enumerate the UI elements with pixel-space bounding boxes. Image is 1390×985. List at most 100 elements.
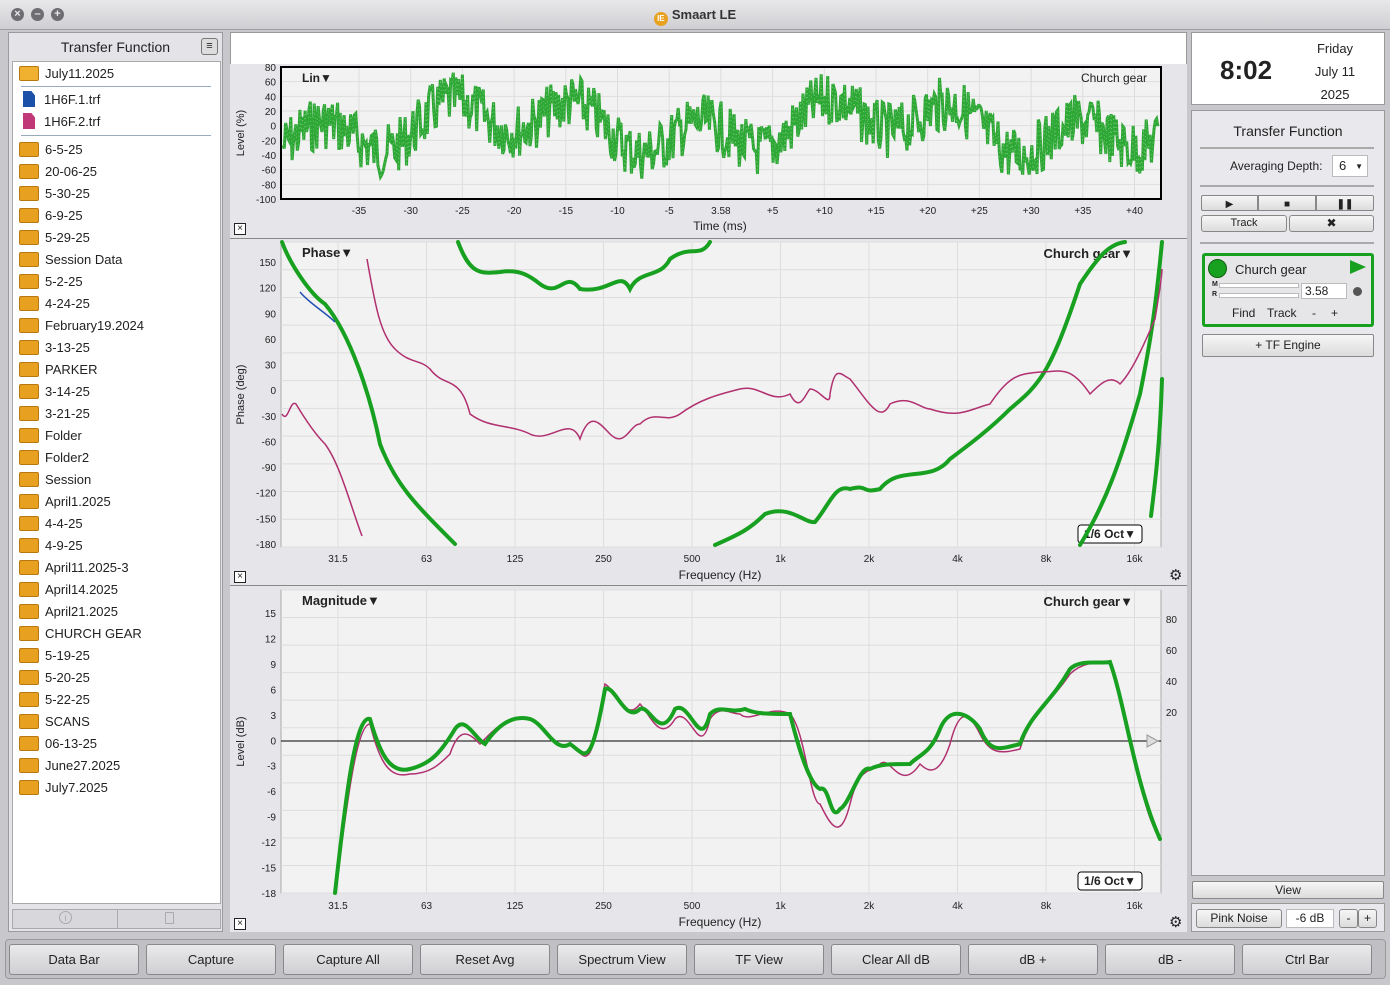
folder-icon <box>19 252 39 267</box>
folder-item[interactable]: 6-5-25 <box>19 139 83 161</box>
plots-svg: 806040200-20-40-60-80-100-35 -30 -25 -20 -15… <box>230 64 1187 932</box>
folder-item[interactable]: 3-14-25 <box>19 381 90 403</box>
play-button[interactable]: ▶ <box>1201 195 1258 211</box>
bottom-button-bar: Data Bar Capture Capture All Reset Avg Spect… <box>5 939 1386 979</box>
folder-name: 5-30-25 <box>45 186 90 201</box>
stop-button[interactable]: ■ <box>1258 195 1316 211</box>
folder-item[interactable]: 5-30-25 <box>19 183 90 205</box>
folder-item[interactable]: Session <box>19 469 91 491</box>
folder-item[interactable]: CHURCH GEAR <box>19 623 142 645</box>
session-folder[interactable]: July11.2025 <box>19 63 114 85</box>
data-bar-button[interactable]: Data Bar <box>9 944 139 975</box>
folder-item[interactable]: April14.2025 <box>19 579 118 601</box>
view-button[interactable]: View <box>1192 881 1384 899</box>
generator-level-field[interactable]: -6 dB <box>1286 909 1334 928</box>
folder-name: July7.2025 <box>45 780 108 795</box>
play-icon: ▶ <box>1225 199 1234 210</box>
spectrum-view-button[interactable]: Spectrum View <box>557 944 687 975</box>
phase-ytick: -60 <box>262 437 277 448</box>
ir-xtick: -15 <box>559 206 574 217</box>
phase-settings-gear-icon[interactable]: ⚙ <box>1169 568 1182 584</box>
tf-view-button[interactable]: TF View <box>694 944 824 975</box>
folder-item[interactable]: April21.2025 <box>19 601 118 623</box>
folder-item[interactable]: Folder <box>19 425 82 447</box>
folder-item[interactable]: 5-20-25 <box>19 667 90 689</box>
tools-button[interactable]: ✖ <box>1289 215 1374 232</box>
folder-item[interactable]: 3-21-25 <box>19 403 90 425</box>
clear-all-db-button[interactable]: Clear All dB <box>831 944 961 975</box>
magnitude-xtick: 8k <box>1041 901 1053 912</box>
folder-item[interactable]: PARKER <box>19 359 98 381</box>
measurement-track-button[interactable]: Track <box>1267 306 1297 320</box>
folder-item[interactable]: 5-2-25 <box>19 271 83 293</box>
averaging-depth-select[interactable]: 6 ▼ <box>1332 155 1368 177</box>
level-minus-button[interactable]: - <box>1339 909 1358 928</box>
delay-minus-button[interactable]: - <box>1312 306 1316 320</box>
close-phase-plot-button[interactable]: × <box>234 571 246 583</box>
folder-item[interactable]: February19.2024 <box>19 315 144 337</box>
folder-item[interactable]: 06-13-25 <box>19 733 97 755</box>
tf-panel-title: Transfer Function <box>1233 123 1343 139</box>
stop-icon: ■ <box>1283 199 1291 210</box>
close-magnitude-plot-button[interactable]: × <box>234 918 246 930</box>
magnitude-ytick: -12 <box>262 838 277 849</box>
measurement-play-icon[interactable] <box>1350 260 1366 274</box>
folder-item[interactable]: 5-29-25 <box>19 227 90 249</box>
phase-xtick: 125 <box>507 554 524 565</box>
folder-item[interactable]: 5-19-25 <box>19 645 90 667</box>
folder-name: April1.2025 <box>45 494 111 509</box>
folder-icon <box>19 318 39 333</box>
file-list[interactable]: July11.2025 1H6F.1.trf 1H6F.2.trf 6-5-25 20-… <box>12 61 221 904</box>
trash-icon[interactable] <box>165 912 174 924</box>
menu-icon[interactable]: ≡ <box>201 38 218 55</box>
folder-item[interactable]: Session Data <box>19 249 122 271</box>
find-button[interactable]: Find <box>1232 306 1255 320</box>
ir-xtick: -5 <box>665 206 674 217</box>
phase-ytick: 0 <box>270 386 276 397</box>
track-button[interactable]: Track <box>1201 215 1287 232</box>
delay-field[interactable]: 3.58 <box>1301 283 1347 299</box>
pink-noise-button[interactable]: Pink Noise <box>1196 909 1282 928</box>
meter-m-label: M <box>1212 281 1218 288</box>
capture-button[interactable]: Capture <box>146 944 276 975</box>
reset-avg-button[interactable]: Reset Avg <box>420 944 550 975</box>
folder-item[interactable]: 4-9-25 <box>19 535 83 557</box>
ir-ytick: 80 <box>265 64 277 74</box>
phase-xtick: 16k <box>1126 554 1143 565</box>
folder-icon <box>19 604 39 619</box>
folder-icon <box>19 670 39 685</box>
magnitude-xtick: 1k <box>775 901 787 912</box>
file-item[interactable]: 1H6F.1.trf <box>19 89 100 111</box>
folder-name: CHURCH GEAR <box>45 626 142 641</box>
phase-ytick: -90 <box>262 463 277 474</box>
magnitude-settings-gear-icon[interactable]: ⚙ <box>1169 915 1182 931</box>
close-ir-plot-button[interactable]: × <box>234 223 246 235</box>
ctrl-bar-button[interactable]: Ctrl Bar <box>1242 944 1372 975</box>
file-item[interactable]: 1H6F.2.trf <box>19 111 100 133</box>
folder-item[interactable]: April1.2025 <box>19 491 111 513</box>
capture-all-button[interactable]: Capture All <box>283 944 413 975</box>
delay-plus-button[interactable]: + <box>1331 306 1338 320</box>
folder-item[interactable]: 6-9-25 <box>19 205 83 227</box>
measurement-status-icon[interactable] <box>1208 259 1227 278</box>
folder-item[interactable]: 4-4-25 <box>19 513 83 535</box>
folder-item[interactable]: June27.2025 <box>19 755 120 777</box>
add-tf-engine-button[interactable]: + TF Engine <box>1202 334 1374 357</box>
folder-item[interactable]: SCANS <box>19 711 90 733</box>
folder-item[interactable]: 3-13-25 <box>19 337 90 359</box>
ir-xtick: -35 <box>352 206 367 217</box>
pause-button[interactable]: ❚❚ <box>1316 195 1374 211</box>
folder-item[interactable]: Folder2 <box>19 447 89 469</box>
folder-item[interactable]: 20-06-25 <box>19 161 97 183</box>
folder-name: April14.2025 <box>45 582 118 597</box>
db-button[interactable]: dB + <box>968 944 1098 975</box>
db-button[interactable]: dB - <box>1105 944 1235 975</box>
folder-icon <box>19 472 39 487</box>
folder-item[interactable]: 4-24-25 <box>19 293 90 315</box>
measurement-card[interactable]: Church gear M R 3.58 Find Track - + <box>1202 253 1374 327</box>
folder-item[interactable]: 5-22-25 <box>19 689 90 711</box>
folder-item[interactable]: April11.2025-3 <box>19 557 129 579</box>
info-icon[interactable]: i <box>59 911 72 924</box>
folder-item[interactable]: July7.2025 <box>19 777 108 799</box>
level-plus-button[interactable]: + <box>1358 909 1377 928</box>
